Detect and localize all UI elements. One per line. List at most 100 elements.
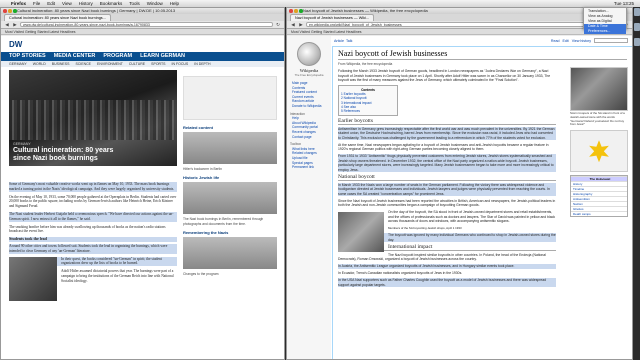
menu-app[interactable]: Firefox — [11, 0, 26, 7]
toc-item[interactable]: 5 References — [341, 109, 395, 113]
dw-logo[interactable]: DW — [9, 40, 22, 49]
tab-article[interactable]: Article — [334, 36, 344, 46]
article-inline-image[interactable] — [9, 256, 57, 301]
side-heading: Related content — [183, 125, 214, 130]
subnav-culture[interactable]: CULTURE — [129, 61, 145, 67]
disk-icon[interactable] — [634, 23, 640, 31]
side-thumbnail[interactable] — [183, 182, 277, 215]
menu-tools[interactable]: Tools — [129, 0, 140, 7]
close-window-icon[interactable] — [289, 9, 293, 13]
sidebar-link-contact[interactable]: Contact page — [287, 135, 331, 140]
article-text: Following the March 1933 Jewish boycott … — [338, 69, 556, 288]
menu-file[interactable]: File — [33, 0, 40, 7]
star-icon — [589, 140, 609, 163]
hero-photo — [9, 100, 177, 140]
tab-bar: Cultural incineration: 80 years since Na… — [1, 14, 284, 21]
wiki-sidebar: Wikipedia The Free Encyclopedia Main pag… — [287, 36, 331, 359]
browser-tab[interactable]: Nazi boycott of Jewish businesses — Wiki… — [290, 14, 375, 21]
forward-icon[interactable]: ▶ — [298, 22, 304, 28]
reload-icon[interactable]: ↻ — [275, 22, 281, 28]
window-controls — [3, 9, 17, 13]
menubar: Firefox File Edit View History Bookmarks… — [0, 0, 640, 7]
nav-program[interactable]: PROGRAM — [103, 52, 132, 61]
disk-icon[interactable] — [634, 38, 640, 46]
tab-view-history[interactable]: View history — [572, 36, 591, 46]
menu-view[interactable]: View — [62, 0, 72, 7]
url-field[interactable]: www.dw.de/cultural-incineration-80-years… — [20, 21, 273, 28]
nav-learn-german[interactable]: LEARN GERMAN — [140, 52, 185, 61]
zoom-window-icon[interactable] — [13, 9, 17, 13]
window-titlebar[interactable]: Cultural incineration: 80 years since Na… — [1, 8, 284, 14]
menu-window[interactable]: Window — [147, 0, 163, 7]
article-paragraph: In the USA Nazi supporters such as Fathe… — [338, 278, 556, 288]
side-link[interactable]: The Nazi book burnings in Berlin, rememb… — [183, 217, 277, 226]
navbox-item[interactable]: Death camps — [571, 211, 627, 216]
article-paragraph: The Nazi boycott inspired similar boycot… — [338, 252, 546, 262]
infobox-image[interactable] — [570, 67, 628, 111]
side-link[interactable]: Changes to the program — [183, 272, 277, 276]
table-of-contents: Contents 1 Earlier boycotts 2 National b… — [338, 85, 398, 117]
article-paragraph: On the evening of May 10, 1933, some 70,… — [9, 194, 177, 209]
subnav-germany[interactable]: GERMANY — [9, 61, 27, 67]
menu-history[interactable]: History — [79, 0, 93, 7]
nav-media-center[interactable]: MEDIA CENTER — [54, 52, 96, 61]
page-source: From Wikipedia, the free encyclopedia — [338, 62, 393, 66]
zoom-window-icon[interactable] — [299, 9, 303, 13]
star-of-david-image[interactable] — [570, 130, 628, 173]
browser-tab[interactable]: Cultural incineration: 80 years since Na… — [4, 14, 111, 21]
article-lead: Some of Germany's most valuable creative… — [9, 182, 177, 192]
subnav-environment[interactable]: ENVIRONMENT — [97, 61, 123, 67]
side-thumbnail[interactable] — [183, 132, 277, 164]
close-window-icon[interactable] — [3, 9, 7, 13]
tab-talk[interactable]: Talk — [346, 36, 352, 46]
dw-main-nav: TOP STORIES MEDIA CENTER PROGRAM LEARN G… — [1, 52, 284, 61]
desktop-icons — [634, 8, 640, 53]
subnav-in-depth[interactable]: IN DEPTH — [194, 61, 210, 67]
sidebar-link-donate[interactable]: Donate to Wikipedia — [287, 104, 331, 109]
sidebar-link-permanent[interactable]: Permanent link — [287, 165, 331, 170]
menu-edit[interactable]: Edit — [47, 0, 55, 7]
menu-item-date-time-prefs[interactable]: Date & Time Preferences... — [584, 24, 626, 34]
article-paragraph: Antisemitism in Germany grew increasingl… — [338, 126, 556, 141]
bookmarks-bar[interactable]: Most Visited Getting Started Latest Head… — [287, 29, 632, 35]
wikipedia-globe-logo[interactable] — [297, 42, 321, 66]
side-thumbnail[interactable] — [183, 236, 277, 269]
subnav-in-focus[interactable]: IN FOCUS — [171, 61, 188, 67]
dw-sidebar: Related content Hitler's bookworm in Ber… — [183, 76, 277, 280]
tab-read[interactable]: Read — [551, 36, 560, 46]
section-heading: Earlier boycotts — [338, 119, 556, 125]
nav-top-stories[interactable]: TOP STORIES — [9, 52, 46, 61]
side-link[interactable]: Hitler's bookworm in Berlin — [183, 167, 277, 171]
wiki-search-input[interactable] — [594, 38, 628, 43]
subnav-world[interactable]: WORLD — [33, 61, 46, 67]
tab-edit[interactable]: Edit — [562, 36, 568, 46]
subnav-sports[interactable]: SPORTS — [151, 61, 165, 67]
menubar-clock[interactable]: Tue 13:25 — [614, 0, 640, 7]
minimize-window-icon[interactable] — [8, 9, 12, 13]
url-field[interactable]: en.wikipedia.org/wiki/Nazi_boycott_of_Je… — [306, 21, 621, 28]
navigation-toolbar: ◀ ▶ en.wikipedia.org/wiki/Nazi_boycott_o… — [287, 21, 632, 29]
browser-window-left: Cultural incineration: 80 years since Na… — [0, 7, 285, 360]
window-titlebar[interactable]: Nazi boycott of Jewish businesses — Wiki… — [287, 8, 632, 14]
menu-bookmarks[interactable]: Bookmarks — [100, 0, 123, 7]
article-intro: Following the March 1933 Jewish boycott … — [338, 69, 551, 82]
minimize-window-icon[interactable] — [294, 9, 298, 13]
back-icon[interactable]: ◀ — [290, 22, 296, 28]
dw-sub-nav: GERMANY WORLD BUSINESS SCIENCE ENVIRONME… — [1, 61, 284, 67]
article-subheading: Students took the lead — [9, 236, 177, 242]
subnav-business[interactable]: BUSINESS — [52, 61, 70, 67]
hero-title: Cultural incineration: 80 years since Na… — [13, 147, 114, 162]
article-paragraph: In March 1933 the Nazis won a large numb… — [338, 182, 556, 197]
article-image[interactable] — [338, 212, 384, 253]
forward-icon[interactable]: ▶ — [12, 22, 18, 28]
back-icon[interactable]: ◀ — [4, 22, 10, 28]
menu-help[interactable]: Help — [170, 0, 179, 7]
side-heading: Remembering the Nazis — [183, 229, 229, 235]
subnav-science[interactable]: SCIENCE — [75, 61, 91, 67]
disk-icon[interactable] — [634, 8, 640, 16]
bookmarks-bar[interactable]: Most Visited Getting Started Latest Head… — [1, 29, 284, 35]
wiki-content: Nazi boycott of Jewish businesses From W… — [332, 46, 632, 359]
wikipedia-page: Wikipedia The Free Encyclopedia Main pag… — [287, 36, 632, 359]
window-title: Nazi boycott of Jewish businesses — Wiki… — [303, 8, 428, 13]
navigation-toolbar: ◀ ▶ www.dw.de/cultural-incineration-80-y… — [1, 21, 284, 29]
